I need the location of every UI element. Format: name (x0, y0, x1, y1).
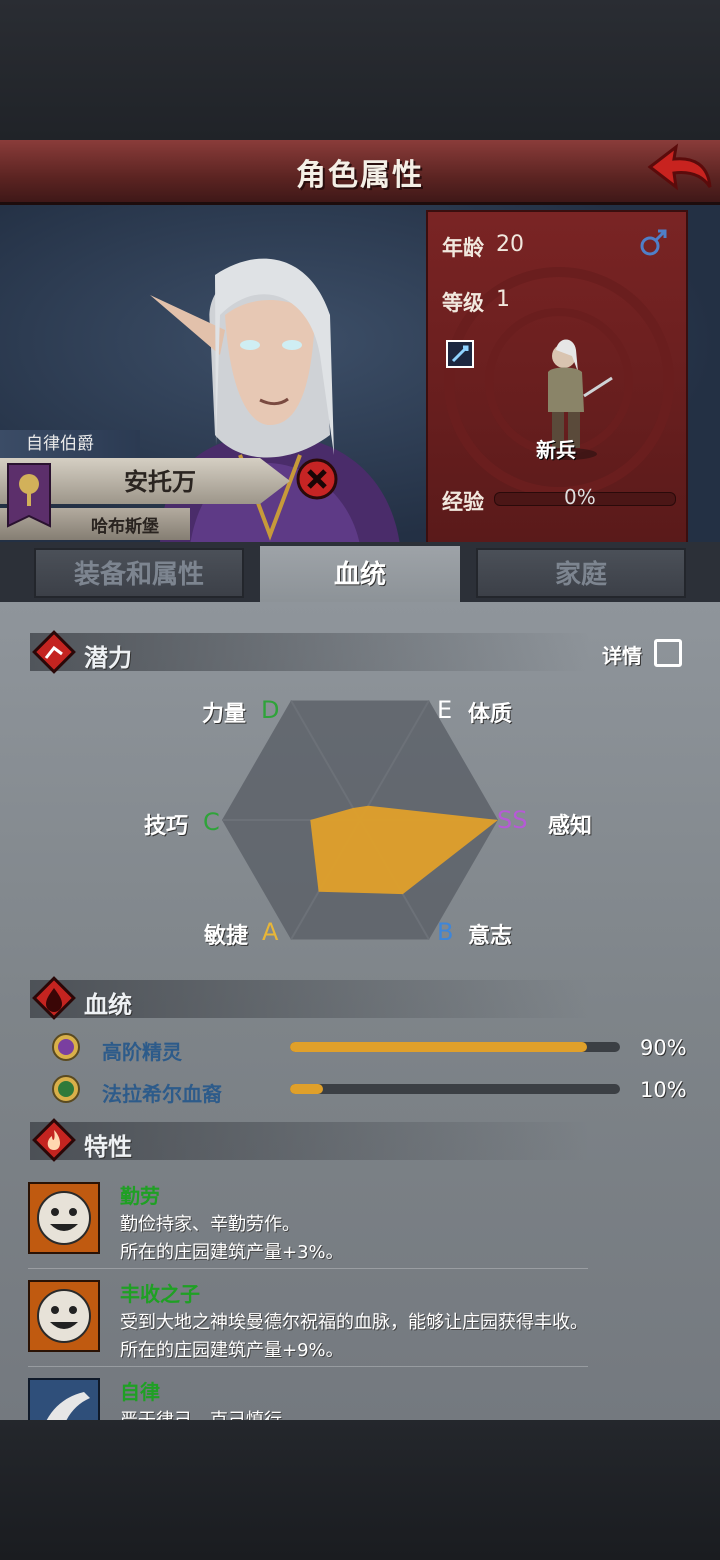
bloodline-bar-high-elf (290, 1042, 620, 1052)
trait-desc-diligent-1: 勤俭持家、辛勤劳作。 (120, 1214, 300, 1235)
male-icon (640, 229, 667, 256)
stat-skill-grade: C (203, 808, 220, 836)
trait-name-selfdiscipline: 自律 (120, 1380, 160, 1404)
top-letterbox (0, 0, 720, 140)
back-arrow-icon[interactable] (646, 143, 714, 195)
bloodline-bar-farahir (290, 1084, 620, 1094)
page-title: 角色属性 (296, 158, 424, 193)
bottom-letterbox (0, 1420, 720, 1560)
bloodline-name-farahir: 法拉希尔血裔 (102, 1082, 222, 1106)
detail-checkbox[interactable] (654, 639, 682, 667)
stat-constitution-grade: E (437, 696, 453, 724)
stat-agility-label: 敏捷 (204, 924, 249, 949)
trait-desc-harvest-1: 受到大地之神埃曼德尔祝福的血脉，能够让庄园获得丰收。 (120, 1312, 588, 1333)
family-banner-icon (7, 463, 51, 528)
detail-label: 详情 (602, 644, 642, 668)
rank-tag: 自律伯爵 (0, 430, 140, 458)
bloodline-pct-high-elf: 90% (640, 1036, 687, 1060)
trait-desc-diligent-2: 所在的庄园建筑产量+3%。 (120, 1242, 344, 1263)
age-value: 20 (496, 232, 524, 257)
stat-perception-label: 感知 (548, 814, 593, 839)
exp-label: 经验 (442, 490, 484, 514)
bloodline-title: 血统 (84, 991, 132, 1019)
traits-title: 特性 (84, 1133, 132, 1161)
blood-drop-icon (32, 976, 76, 1020)
stat-strength-label: 力量 (202, 702, 247, 727)
level-label: 等级 (442, 291, 484, 315)
scribe-trait-icon[interactable] (28, 1378, 100, 1420)
stat-strength-grade: D (261, 696, 280, 724)
trait-name-diligent: 勤劳 (120, 1184, 160, 1208)
age-label: 年龄 (442, 236, 484, 260)
exp-percent: 0% (564, 485, 596, 509)
bloodline-name-high-elf: 高阶精灵 (102, 1040, 182, 1064)
tree-emblem-icon (52, 1075, 80, 1103)
potential-icon (32, 630, 76, 674)
stat-skill-label: 技巧 (144, 814, 189, 839)
trait-clip: 自律 严于律己、克己慎行 (0, 1370, 720, 1420)
potential-title: 潜力 (84, 644, 132, 672)
stat-will-label: 意志 (468, 924, 513, 949)
stat-will-grade: B (437, 918, 454, 946)
stat-perception-grade: SS (497, 806, 528, 834)
tab-family[interactable]: 家庭 (476, 548, 686, 598)
trait-desc-harvest-2: 所在的庄园建筑产量+9%。 (120, 1340, 344, 1361)
tab-bloodline[interactable]: 血统 (260, 546, 460, 604)
smiley-trait-icon[interactable] (28, 1182, 100, 1254)
bloodline-fill-farahir (290, 1084, 323, 1094)
dismiss-icon[interactable] (296, 458, 338, 500)
trait-desc-selfdiscipline-1: 严于律己、克己慎行 (120, 1406, 282, 1420)
bloodline-pct-farahir: 10% (640, 1078, 687, 1102)
trait-divider (28, 1268, 588, 1269)
flame-icon (32, 1118, 76, 1162)
trait-divider (28, 1366, 588, 1367)
tab-equipment[interactable]: 装备和属性 (34, 548, 244, 598)
smiley-trait-icon[interactable] (28, 1280, 100, 1352)
class-name: 新兵 (536, 438, 576, 462)
character-name: 安托万 (124, 468, 196, 496)
level-value: 1 (496, 287, 510, 312)
bloodline-fill-high-elf (290, 1042, 587, 1052)
sword-class-icon (446, 340, 474, 368)
trait-name-harvest: 丰收之子 (120, 1282, 200, 1306)
stat-agility-grade: A (262, 918, 279, 946)
castle-name: 哈布斯堡 (91, 517, 159, 537)
potential-radar-chart (222, 699, 498, 941)
stat-constitution-label: 体质 (468, 702, 513, 727)
high-elf-icon (52, 1033, 80, 1061)
